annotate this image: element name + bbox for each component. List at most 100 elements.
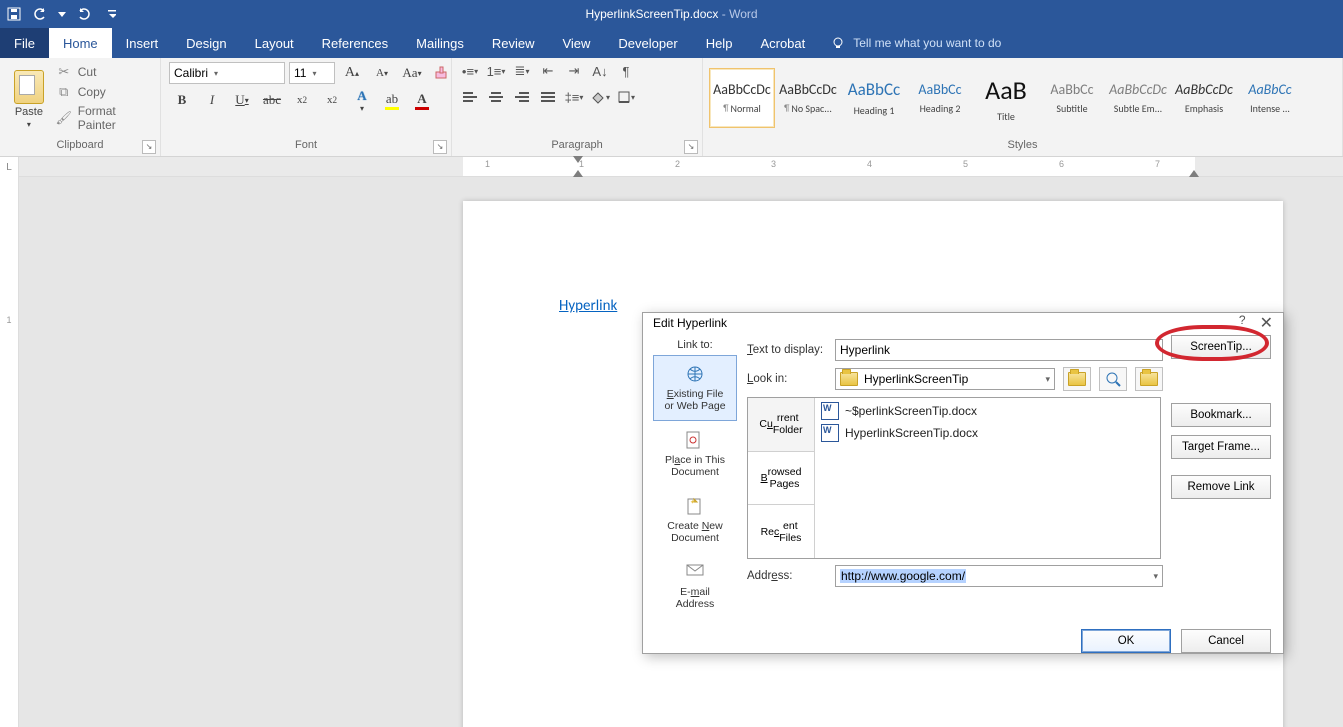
- screentip-button[interactable]: ScreenTip...: [1171, 335, 1271, 359]
- linkto-email[interactable]: E-mailAddress: [653, 553, 737, 619]
- align-left-button[interactable]: [460, 88, 480, 106]
- tab-mailings[interactable]: Mailings: [402, 28, 478, 58]
- clipboard-launcher[interactable]: ↘: [142, 140, 156, 154]
- qat-customize-icon[interactable]: [108, 9, 116, 19]
- folder-icon: [840, 372, 858, 386]
- tab-recent-files[interactable]: RecentFiles: [748, 505, 814, 558]
- shrink-font-button[interactable]: A▾: [369, 63, 395, 83]
- align-right-button[interactable]: [512, 88, 532, 106]
- tab-references[interactable]: References: [308, 28, 402, 58]
- shading-button[interactable]: ▾: [590, 88, 610, 106]
- tab-browsed-pages[interactable]: BrowsedPages: [748, 452, 814, 506]
- style-title[interactable]: AaB Title: [973, 68, 1039, 128]
- paste-icon: [14, 70, 44, 104]
- undo-icon[interactable]: [32, 6, 48, 22]
- save-icon[interactable]: [6, 6, 22, 22]
- decrease-indent-button[interactable]: ⇤: [538, 62, 558, 80]
- highlight-button[interactable]: ab: [379, 90, 405, 110]
- grow-font-button[interactable]: A▴: [339, 63, 365, 83]
- close-icon[interactable]: ✕: [1260, 313, 1273, 333]
- tab-file[interactable]: File: [0, 28, 49, 58]
- browse-file-button[interactable]: [1135, 367, 1163, 391]
- style-intense-emphasis[interactable]: AaBbCc Intense ...: [1237, 68, 1303, 128]
- dialog-titlebar[interactable]: Edit Hyperlink ? ✕: [643, 313, 1283, 333]
- tab-developer[interactable]: Developer: [604, 28, 691, 58]
- italic-button[interactable]: I: [199, 90, 225, 110]
- style-no-spacing[interactable]: AaBbCcDc ¶No Spac...: [775, 68, 841, 128]
- style-heading2[interactable]: AaBbCc Heading 2: [907, 68, 973, 128]
- font-color-button[interactable]: A: [409, 90, 435, 110]
- style-heading1[interactable]: AaBbCc Heading 1: [841, 68, 907, 128]
- paste-label: Paste: [15, 106, 43, 118]
- address-input[interactable]: http://www.google.com/ ▾: [835, 565, 1163, 587]
- style-emphasis[interactable]: AaBbCcDc Emphasis: [1171, 68, 1237, 128]
- undo-dropdown-icon[interactable]: [58, 10, 66, 18]
- tab-acrobat[interactable]: Acrobat: [746, 28, 819, 58]
- text-effects-button[interactable]: A▾: [349, 90, 375, 110]
- font-launcher[interactable]: ↘: [433, 140, 447, 154]
- font-size-combo[interactable]: 11 ▾: [289, 62, 335, 84]
- ruler-horizontal: L 1 1 2 3 4 5 6 7: [0, 157, 1343, 177]
- linkto-existing-file[interactable]: Existing Fileor Web Page: [653, 355, 737, 421]
- redo-icon[interactable]: [76, 6, 92, 22]
- paste-button[interactable]: Paste ▾: [8, 68, 50, 129]
- cut-button[interactable]: ✂ Cut: [56, 64, 152, 80]
- remove-link-button[interactable]: Remove Link: [1171, 475, 1271, 499]
- subscript-button[interactable]: x2: [289, 90, 315, 110]
- bookmark-button[interactable]: Bookmark...: [1171, 403, 1271, 427]
- tab-insert[interactable]: Insert: [112, 28, 173, 58]
- style-normal[interactable]: AaBbCcDc ¶Normal: [709, 68, 775, 128]
- tab-design[interactable]: Design: [172, 28, 240, 58]
- file-name: HyperlinkScreenTip.docx: [845, 426, 978, 440]
- linkto-place-in-document[interactable]: Place in ThisDocument: [653, 421, 737, 487]
- hyperlink-sample-text[interactable]: Hyperlink: [559, 297, 617, 315]
- files-list[interactable]: ~$perlinkScreenTip.docx HyperlinkScreenT…: [815, 398, 1160, 558]
- chevron-down-icon[interactable]: ▾: [27, 120, 31, 129]
- ruler-corner[interactable]: L: [0, 157, 19, 177]
- up-folder-button[interactable]: [1063, 367, 1091, 391]
- files-pane: CurrentFolder BrowsedPages RecentFiles ~…: [747, 397, 1161, 559]
- tab-layout[interactable]: Layout: [241, 28, 308, 58]
- copy-button[interactable]: ⧉ Copy: [56, 84, 152, 100]
- underline-button[interactable]: U▾: [229, 90, 255, 110]
- tab-view[interactable]: View: [548, 28, 604, 58]
- help-icon[interactable]: ?: [1239, 313, 1246, 333]
- justify-button[interactable]: [538, 88, 558, 106]
- tab-home[interactable]: Home: [49, 28, 112, 58]
- document-title: HyperlinkScreenTip.docx: [585, 7, 718, 21]
- tell-me[interactable]: Tell me what you want to do: [831, 36, 1001, 50]
- align-center-button[interactable]: [486, 88, 506, 106]
- format-painter-button[interactable]: 🖌 Format Painter: [56, 104, 152, 132]
- numbering-button[interactable]: 1≡▾: [486, 62, 506, 80]
- sort-button[interactable]: A↓: [590, 62, 610, 80]
- file-row[interactable]: ~$perlinkScreenTip.docx: [821, 402, 1154, 420]
- line-spacing-button[interactable]: ‡≡▾: [564, 88, 584, 106]
- target-frame-button[interactable]: Target Frame...: [1171, 435, 1271, 459]
- increase-indent-button[interactable]: ⇥: [564, 62, 584, 80]
- paragraph-launcher[interactable]: ↘: [684, 140, 698, 154]
- borders-button[interactable]: ▾: [616, 88, 636, 106]
- dialog-title: Edit Hyperlink: [653, 316, 727, 330]
- tab-current-folder[interactable]: CurrentFolder: [748, 398, 814, 452]
- tab-review[interactable]: Review: [478, 28, 549, 58]
- show-marks-button[interactable]: ¶: [616, 62, 636, 80]
- tab-help[interactable]: Help: [692, 28, 747, 58]
- strikethrough-button[interactable]: abc: [259, 90, 285, 110]
- superscript-button[interactable]: x2: [319, 90, 345, 110]
- bullets-button[interactable]: •≡▾: [460, 62, 480, 80]
- cancel-button[interactable]: Cancel: [1181, 629, 1271, 653]
- font-family-combo[interactable]: Calibri ▾: [169, 62, 285, 84]
- style-subtitle[interactable]: AaBbCc Subtitle: [1039, 68, 1105, 128]
- browse-web-button[interactable]: [1099, 367, 1127, 391]
- style-subtle-emphasis[interactable]: AaBbCcDc Subtle Em...: [1105, 68, 1171, 128]
- bold-button[interactable]: B: [169, 90, 195, 110]
- group-styles: AaBbCcDc ¶Normal AaBbCcDc ¶No Spac... Aa…: [703, 58, 1343, 156]
- look-in-combo[interactable]: HyperlinkScreenTip ▾: [835, 368, 1055, 390]
- ok-button[interactable]: OK: [1081, 629, 1171, 653]
- address-value: http://www.google.com/: [840, 569, 966, 583]
- multilevel-list-button[interactable]: ≣▾: [512, 62, 532, 80]
- linkto-create-new[interactable]: ✦ Create NewDocument: [653, 487, 737, 553]
- file-row[interactable]: HyperlinkScreenTip.docx: [821, 424, 1154, 442]
- text-to-display-input[interactable]: [835, 339, 1163, 361]
- change-case-button[interactable]: Aa▾: [399, 63, 425, 83]
